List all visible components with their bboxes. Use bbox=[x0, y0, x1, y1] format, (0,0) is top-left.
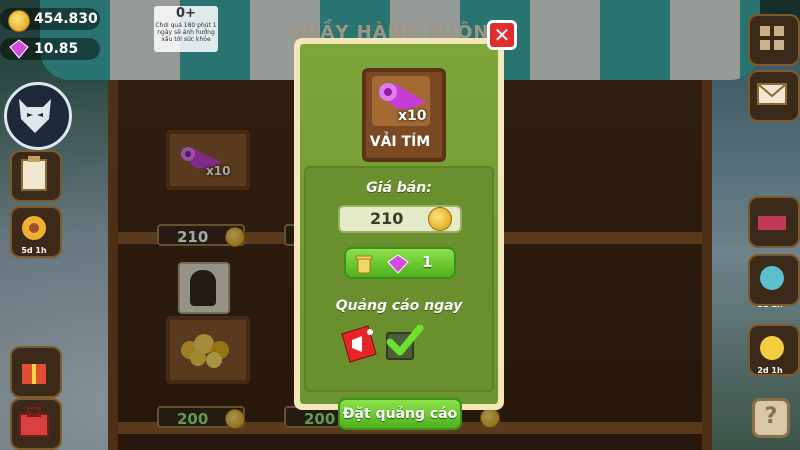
gem-icon bbox=[9, 39, 29, 59]
close-icon: ✕ bbox=[493, 23, 511, 47]
event-button-1[interactable] bbox=[748, 196, 800, 248]
ad-label: Quảng cáo ngay bbox=[335, 298, 463, 314]
place-ad-button[interactable]: Đặt quảng cáo bbox=[338, 398, 462, 430]
gift-button[interactable] bbox=[10, 346, 62, 398]
trash-can-icon bbox=[355, 255, 373, 274]
fee-value: 1 bbox=[422, 253, 433, 271]
gem-icon bbox=[387, 254, 409, 274]
grid-menu-button[interactable] bbox=[748, 14, 800, 66]
item-name: VẢI TÍM bbox=[369, 134, 431, 150]
right-timer-3: 2d 1h bbox=[757, 366, 783, 375]
left-timer: 5d 1h bbox=[21, 246, 47, 255]
grid-icon bbox=[760, 26, 784, 50]
mail-icon bbox=[757, 83, 787, 105]
price-label: Giá bán: bbox=[366, 180, 432, 196]
help-button[interactable]: ? bbox=[752, 398, 790, 438]
checkmark-icon bbox=[386, 324, 424, 356]
chick-icon bbox=[760, 336, 784, 360]
coin-icon bbox=[428, 207, 452, 231]
listing-fee-button[interactable]: 1 bbox=[344, 247, 456, 279]
age-rating-text: Chơi quá 180 phút 1 ngày sẽ ảnh hưởng xấ… bbox=[155, 22, 217, 43]
toolbox-icon bbox=[19, 407, 49, 437]
character-icon bbox=[760, 266, 784, 290]
gift-icon bbox=[22, 364, 46, 384]
quest-button[interactable] bbox=[10, 150, 62, 202]
age-rating: 0+ bbox=[176, 6, 196, 21]
megaphone-tag-icon bbox=[341, 325, 377, 363]
event-button-2[interactable] bbox=[748, 254, 800, 306]
coin-icon bbox=[8, 10, 30, 32]
player-avatar[interactable] bbox=[4, 82, 72, 150]
clipboard-icon bbox=[21, 156, 47, 191]
age-rating-notice: 0+ Chơi quá 180 phút 1 ngày sẽ ảnh hưởng… bbox=[154, 6, 218, 52]
mail-button[interactable] bbox=[748, 70, 800, 122]
toolbox-button[interactable] bbox=[10, 398, 62, 450]
item-quantity: x10 bbox=[398, 108, 427, 124]
close-button[interactable]: ✕ bbox=[487, 20, 517, 50]
wolf-icon bbox=[19, 99, 51, 133]
sleigh-icon bbox=[758, 216, 786, 230]
